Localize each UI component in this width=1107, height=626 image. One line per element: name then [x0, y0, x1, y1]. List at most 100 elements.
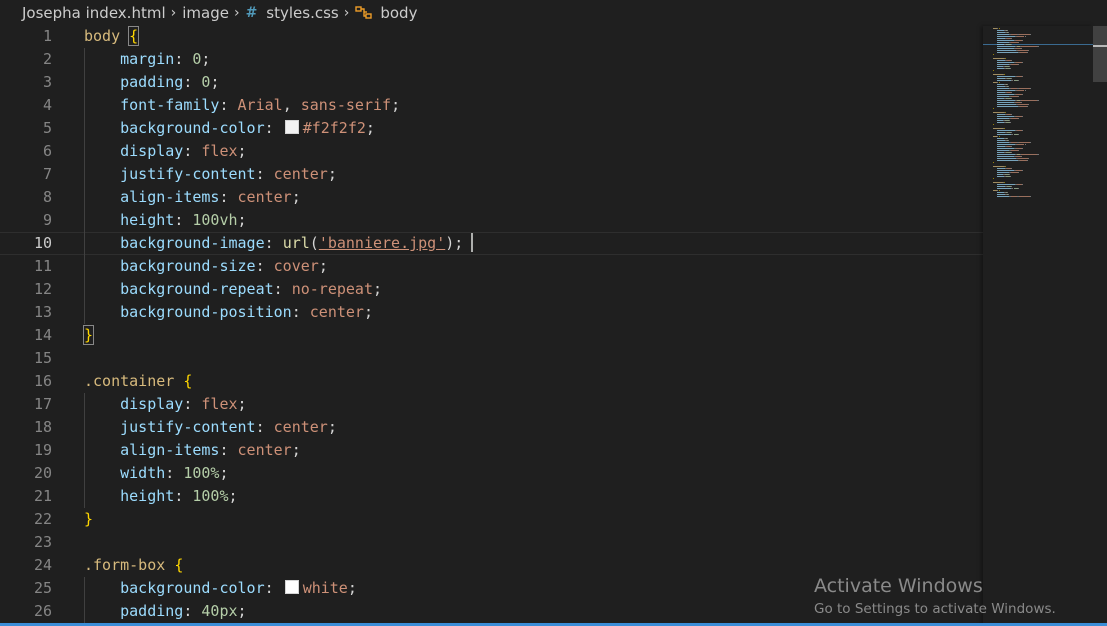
minimap-token — [997, 172, 1010, 173]
minimap-token — [1019, 196, 1030, 197]
minimap-token — [998, 28, 1000, 29]
code-line[interactable]: 14} — [0, 324, 983, 347]
minimap-token — [1017, 80, 1019, 81]
breadcrumb-symbol-label: body — [380, 4, 418, 22]
color-swatch[interactable] — [284, 580, 299, 594]
minimap-token — [997, 114, 1005, 115]
code-token-prop: width — [120, 464, 166, 482]
color-swatch[interactable] — [284, 120, 299, 134]
code-line[interactable]: 22} — [0, 508, 983, 531]
minimap-token — [1030, 142, 1032, 143]
code-line[interactable]: 7 justify-content: center; — [0, 163, 983, 186]
minimap-token — [997, 176, 1004, 177]
minimap[interactable] — [983, 26, 1093, 626]
code-token-punc: : — [183, 602, 202, 620]
minimap-token — [1015, 62, 1023, 63]
line-number[interactable]: 1 — [0, 26, 52, 48]
breadcrumb-subfolder[interactable]: image — [182, 4, 229, 22]
line-number[interactable]: 5 — [0, 117, 52, 140]
minimap-token — [997, 84, 1004, 85]
line-number[interactable]: 24 — [0, 554, 52, 577]
minimap-token — [1020, 160, 1027, 161]
line-number[interactable]: 19 — [0, 439, 52, 462]
code-token-val: Arial — [237, 96, 283, 114]
line-number[interactable]: 18 — [0, 416, 52, 439]
minimap-token — [1006, 30, 1008, 31]
code-editor[interactable]: 1 body {2 margin: 0; 3 padding: 0; 4 font-f… — [0, 26, 983, 626]
line-number[interactable]: 20 — [0, 462, 52, 485]
code-line[interactable]: 19 align-items: center; — [0, 439, 983, 462]
code-token-punc: : — [273, 280, 292, 298]
line-number[interactable]: 3 — [0, 71, 52, 94]
code-token-val: center — [237, 188, 292, 206]
line-number[interactable]: 13 — [0, 301, 52, 324]
minimap-token — [998, 136, 1000, 137]
minimap-token — [1022, 170, 1024, 171]
code-line[interactable]: 6 display: flex; — [0, 140, 983, 163]
breadcrumb-folder[interactable]: Josepha index.html — [22, 4, 166, 22]
code-token-brace: { — [183, 372, 193, 390]
code-line[interactable]: 17 display: flex; — [0, 393, 983, 416]
code-token-brace: } — [84, 510, 94, 528]
code-content: width: 100%; — [84, 462, 228, 485]
code-line[interactable]: 20 width: 100%; — [0, 462, 983, 485]
line-number[interactable]: 8 — [0, 186, 52, 209]
line-number[interactable]: 9 — [0, 209, 52, 232]
code-token-val: cover — [273, 257, 319, 275]
line-number[interactable]: 15 — [0, 347, 52, 370]
line-number[interactable]: 11 — [0, 255, 52, 278]
minimap-token — [997, 88, 1010, 89]
code-line[interactable]: 10 background-image: url('banniere.jpg')… — [0, 232, 983, 255]
breadcrumb-file[interactable]: # styles.css — [246, 4, 339, 22]
line-number[interactable]: 21 — [0, 485, 52, 508]
line-number[interactable]: 10 — [0, 232, 52, 255]
line-number[interactable]: 7 — [0, 163, 52, 186]
code-line[interactable]: 8 align-items: center; — [0, 186, 983, 209]
minimap-token — [1011, 168, 1013, 169]
code-line[interactable]: 21 height: 100%; — [0, 485, 983, 508]
line-number[interactable]: 17 — [0, 393, 52, 416]
line-number[interactable]: 6 — [0, 140, 52, 163]
minimap-token — [997, 156, 1014, 157]
line-number[interactable]: 2 — [0, 48, 52, 71]
code-line[interactable]: 12 background-repeat: no-repeat; — [0, 278, 983, 301]
code-line[interactable]: 5 background-color: #f2f2f2; — [0, 117, 983, 140]
line-number[interactable]: 12 — [0, 278, 52, 301]
minimap-token — [997, 68, 1004, 69]
code-token-punc: : — [183, 73, 202, 91]
breadcrumb-symbol[interactable]: body — [355, 4, 417, 22]
scrollbar-thumb[interactable] — [1093, 26, 1107, 82]
code-line[interactable]: 16 .container { — [0, 370, 983, 393]
line-number[interactable]: 16 — [0, 370, 52, 393]
line-number[interactable]: 22 — [0, 508, 52, 531]
line-number[interactable]: 25 — [0, 577, 52, 600]
code-line[interactable]: 15 — [0, 347, 983, 370]
minimap-token — [1009, 174, 1011, 175]
minimap-token — [997, 64, 1010, 65]
line-number[interactable]: 23 — [0, 531, 52, 554]
code-line[interactable]: 11 background-size: cover; — [0, 255, 983, 278]
minimap-token — [1017, 50, 1028, 51]
code-line[interactable]: 18 justify-content: center; — [0, 416, 983, 439]
minimap-token — [1011, 78, 1013, 79]
vertical-scrollbar[interactable] — [1093, 26, 1107, 626]
line-number[interactable]: 14 — [0, 324, 52, 347]
code-token-punc — [174, 372, 183, 390]
code-line[interactable]: 1 body { — [0, 26, 983, 48]
minimap-token — [993, 166, 1004, 167]
line-number[interactable]: 4 — [0, 94, 52, 117]
code-line[interactable]: 23 — [0, 531, 983, 554]
code-line[interactable]: 9 height: 100vh; — [0, 209, 983, 232]
code-token-punc: ); — [445, 234, 464, 252]
line-number[interactable]: 26 — [0, 600, 52, 623]
minimap-token — [997, 40, 1014, 41]
minimap-token — [997, 78, 1005, 79]
minimap-token — [1016, 90, 1025, 91]
code-line[interactable]: 4 font-family: Arial, sans-serif; — [0, 94, 983, 117]
code-token-fn: url — [282, 234, 310, 252]
code-line[interactable]: 2 margin: 0; — [0, 48, 983, 71]
code-line[interactable]: 3 padding: 0; — [0, 71, 983, 94]
code-line[interactable]: 13 background-position: center; — [0, 301, 983, 324]
minimap-token — [1008, 140, 1010, 141]
code-content: align-items: center; — [84, 439, 301, 462]
